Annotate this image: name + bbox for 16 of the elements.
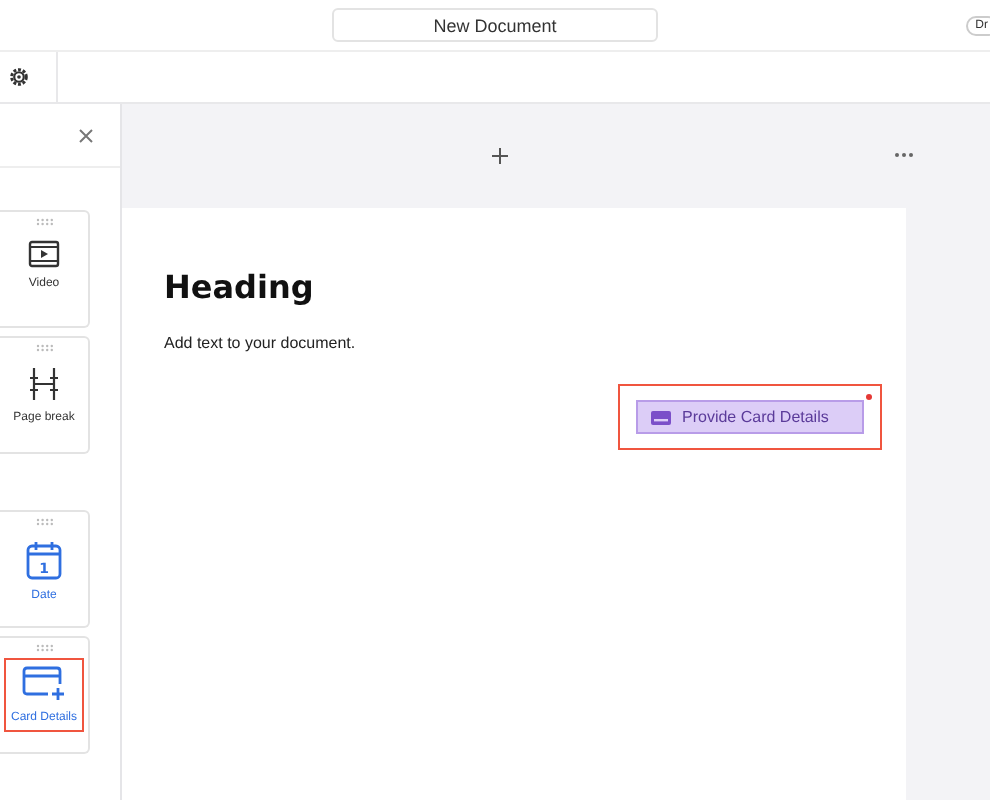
drag-handle-icon[interactable]	[35, 518, 53, 526]
close-icon[interactable]	[78, 127, 94, 143]
document-heading: Heading	[164, 268, 316, 306]
drag-handle-icon[interactable]	[35, 218, 53, 226]
card-icon	[650, 409, 672, 425]
drag-handle-icon[interactable]	[35, 644, 53, 652]
card-details-field[interactable]: Provide Card Details	[636, 400, 864, 434]
page-break-icon	[30, 366, 58, 402]
settings-icon[interactable]	[8, 66, 30, 88]
drag-handle-icon[interactable]	[35, 344, 53, 352]
card-add-icon	[22, 666, 66, 702]
add-icon[interactable]	[492, 148, 508, 164]
document-text: Add text to your document.	[164, 334, 358, 352]
more-icon[interactable]	[894, 152, 914, 158]
document-title-field[interactable]: New Document	[332, 8, 658, 42]
video-icon	[28, 240, 60, 268]
